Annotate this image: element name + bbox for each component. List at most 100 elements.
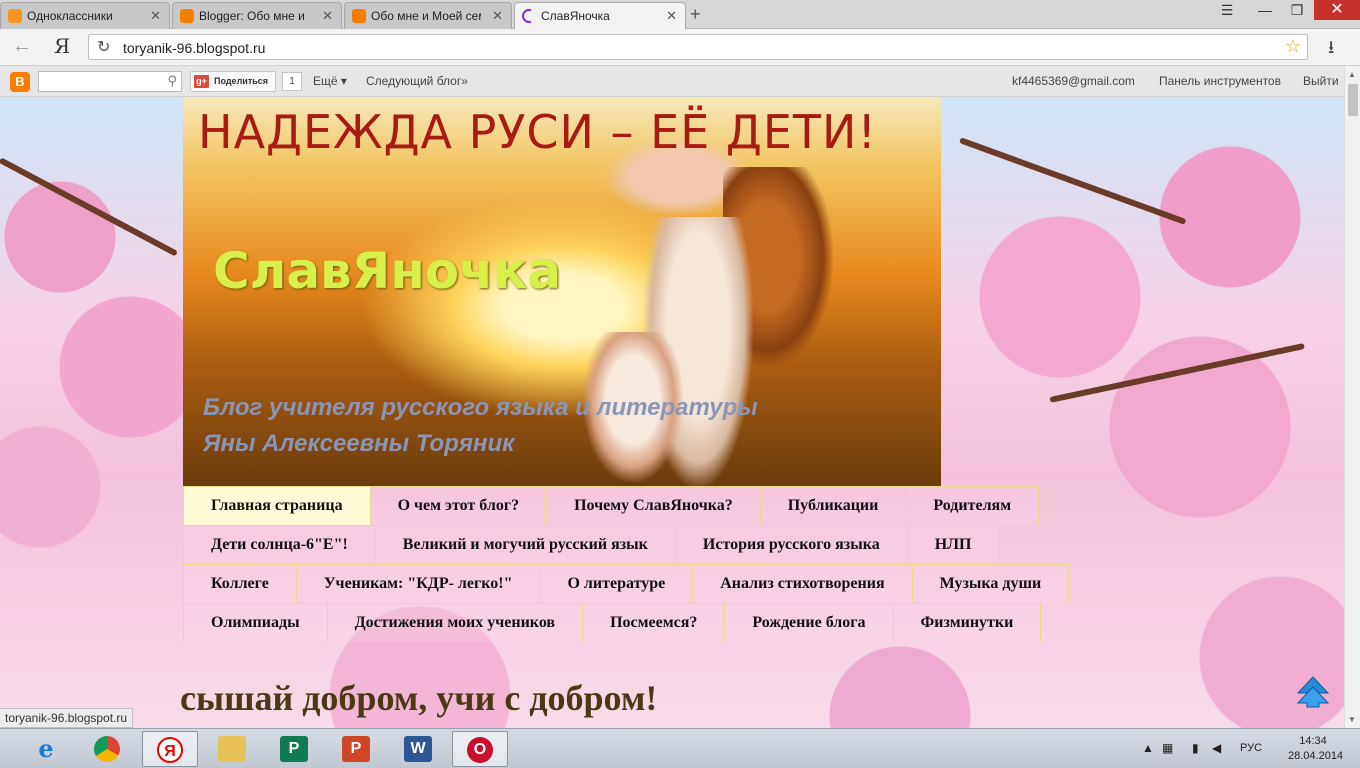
share-count: 1 <box>282 72 302 91</box>
battery-icon[interactable]: ▮ <box>1192 741 1199 755</box>
tab-odnoklassniki[interactable]: Одноклассники ✕ <box>0 2 170 29</box>
address-bar[interactable]: ↻ toryanik-96.blogspot.ru ☆ <box>88 34 1308 60</box>
menu-item-laugh[interactable]: Посмеемся? <box>583 603 726 642</box>
taskbar-chrome[interactable] <box>80 731 136 767</box>
taskbar-yandex[interactable]: Я <box>142 731 198 767</box>
folder-icon <box>218 736 246 762</box>
odnoklassniki-icon <box>8 9 22 23</box>
address-url[interactable]: toryanik-96.blogspot.ru <box>123 40 265 56</box>
browser-toolbar: ← Я ↻ toryanik-96.blogspot.ru ☆ ⭳ <box>0 29 1360 66</box>
new-tab-button[interactable]: + <box>690 4 701 25</box>
show-hidden-icons-icon[interactable]: ▲ <box>1142 741 1154 755</box>
windows-taskbar: e Я P P W O ▲ ▦ ▮ ◀ РУС 14:34 28.04.2014 <box>0 728 1360 768</box>
branch-decoration <box>0 157 178 257</box>
bookmark-star-icon[interactable]: ☆ <box>1285 36 1301 57</box>
tab-title: Обо мне и Моей сем <box>371 9 481 23</box>
branch-decoration <box>1049 343 1305 403</box>
taskbar-word[interactable]: W <box>390 731 446 767</box>
next-blog-link[interactable]: Следующий блог» <box>366 74 468 88</box>
taskbar-ie[interactable]: e <box>18 731 74 767</box>
menu-item-children-of-sun[interactable]: Дети солнца-6"Е"! <box>183 525 376 564</box>
menu-item-publications[interactable]: Публикации <box>760 486 907 525</box>
yandex-logo[interactable]: Я <box>54 34 70 58</box>
scroll-down-icon[interactable]: ▼ <box>1348 715 1356 724</box>
search-icon[interactable]: ⚲ <box>167 73 177 89</box>
user-email[interactable]: kf4465369@gmail.com <box>1012 74 1135 88</box>
menu-row: Коллеге Ученикам: "КДР- легко!" О литера… <box>183 564 1070 603</box>
post-title[interactable]: сышай добром, учи с добром! <box>180 677 657 719</box>
volume-icon[interactable]: ◀ <box>1212 741 1221 755</box>
menu-row: Главная страница О чем этот блог? Почему… <box>183 486 1040 525</box>
reload-icon[interactable]: ↻ <box>97 37 110 57</box>
logout-link[interactable]: Выйти <box>1303 74 1339 88</box>
share-button[interactable]: g+ Поделиться <box>190 71 276 92</box>
blog-header-image[interactable]: НАДЕЖДА РУСИ – ЕЁ ДЕТИ! СлавЯночка Блог … <box>183 97 941 486</box>
back-arrow-icon[interactable]: ← <box>12 35 32 58</box>
vertical-scrollbar[interactable]: ▲ ▼ <box>1344 66 1360 728</box>
menu-item-music[interactable]: Музыка души <box>912 564 1070 603</box>
menu-item-parents[interactable]: Родителям <box>906 486 1040 525</box>
menu-item-colleague[interactable]: Коллеге <box>183 564 297 603</box>
minimize-icon[interactable]: — <box>1250 0 1280 20</box>
close-icon[interactable]: ✕ <box>492 8 503 24</box>
dashboard-link[interactable]: Панель инструментов <box>1159 74 1281 88</box>
publisher-icon: P <box>280 736 308 762</box>
close-icon[interactable]: ✕ <box>150 8 161 24</box>
menu-item-literature[interactable]: О литературе <box>540 564 694 603</box>
menu-item-nlp[interactable]: НЛП <box>907 525 1000 564</box>
tab-title: Blogger: Обо мне и М <box>199 9 309 23</box>
download-icon[interactable]: ⭳ <box>1328 35 1334 65</box>
window-close-icon[interactable]: ✕ <box>1314 0 1360 20</box>
blogger-icon <box>180 9 194 23</box>
taskbar-explorer[interactable] <box>204 731 260 767</box>
status-url: toryanik-96.blogspot.ru <box>0 708 134 728</box>
menu-item-about-blog[interactable]: О чем этот блог? <box>370 486 548 525</box>
word-icon: W <box>404 736 432 762</box>
blogger-navbar: B ⚲ g+ Поделиться 1 Ещё ▾ Следующий блог… <box>0 66 1344 97</box>
menu-item-students-kdr[interactable]: Ученикам: "КДР- легко!" <box>296 564 541 603</box>
blog-name: СлавЯночка <box>213 242 562 300</box>
language-indicator[interactable]: РУС <box>1240 742 1262 754</box>
blog-search-input[interactable]: ⚲ <box>38 71 182 92</box>
taskbar-powerpoint[interactable]: P <box>328 731 384 767</box>
clock-time: 14:34 <box>1299 735 1327 747</box>
menu-row: Олимпиады Достижения моих учеников Посме… <box>183 603 1042 642</box>
menu-item-exercise-breaks[interactable]: Физминутки <box>893 603 1042 642</box>
header-subtitle-line2: Яны Алексеевны Торяник <box>203 430 515 457</box>
menu-item-achievements[interactable]: Достижения моих учеников <box>327 603 584 642</box>
tab-title: Одноклассники <box>27 9 113 23</box>
tab-slavyanochka[interactable]: СлавЯночка ✕ <box>514 2 686 30</box>
restore-icon[interactable]: ❐ <box>1282 0 1312 20</box>
network-icon[interactable]: ▦ <box>1162 741 1173 755</box>
more-dropdown[interactable]: Ещё ▾ <box>313 74 347 88</box>
google-plus-icon: g+ <box>194 75 209 88</box>
yandex-browser-icon: Я <box>157 737 183 763</box>
blogger-logo-icon[interactable]: B <box>10 72 30 92</box>
close-icon[interactable]: ✕ <box>322 8 333 24</box>
scroll-to-top-icon[interactable] <box>1296 675 1330 709</box>
menu-item-olympiads[interactable]: Олимпиады <box>183 603 328 642</box>
blog-page: НАДЕЖДА РУСИ – ЕЁ ДЕТИ! СлавЯночка Блог … <box>0 97 1344 728</box>
scroll-up-icon[interactable]: ▲ <box>1348 70 1356 79</box>
menu-item-why-slavyanochka[interactable]: Почему СлавЯночка? <box>547 486 761 525</box>
menu-icon[interactable]: ☰ <box>1212 0 1242 20</box>
close-icon[interactable]: ✕ <box>666 8 677 24</box>
tab-blogger-about[interactable]: Blogger: Обо мне и М ✕ <box>172 2 342 29</box>
header-subtitle-line1: Блог учителя русского языка и литературы <box>203 394 758 421</box>
menu-item-blog-birth[interactable]: Рождение блога <box>725 603 894 642</box>
share-label: Поделиться <box>214 76 269 86</box>
chrome-icon <box>94 736 120 762</box>
menu-item-poem-analysis[interactable]: Анализ стихотворения <box>693 564 913 603</box>
taskbar-publisher[interactable]: P <box>266 731 322 767</box>
header-slogan: НАДЕЖДА РУСИ – ЕЁ ДЕТИ! <box>198 105 877 159</box>
taskbar-opera[interactable]: O <box>452 731 508 767</box>
internet-explorer-icon: e <box>38 734 54 763</box>
menu-item-russian-language[interactable]: Великий и могучий русский язык <box>375 525 676 564</box>
clock[interactable]: 14:34 28.04.2014 <box>1288 734 1343 764</box>
menu-item-home[interactable]: Главная страница <box>183 486 371 525</box>
branch-decoration <box>958 137 1187 225</box>
site-favicon-icon <box>522 9 531 23</box>
tab-about-family[interactable]: Обо мне и Моей сем ✕ <box>344 2 512 29</box>
menu-item-language-history[interactable]: История русского языка <box>675 525 908 564</box>
scrollbar-thumb[interactable] <box>1348 84 1358 116</box>
